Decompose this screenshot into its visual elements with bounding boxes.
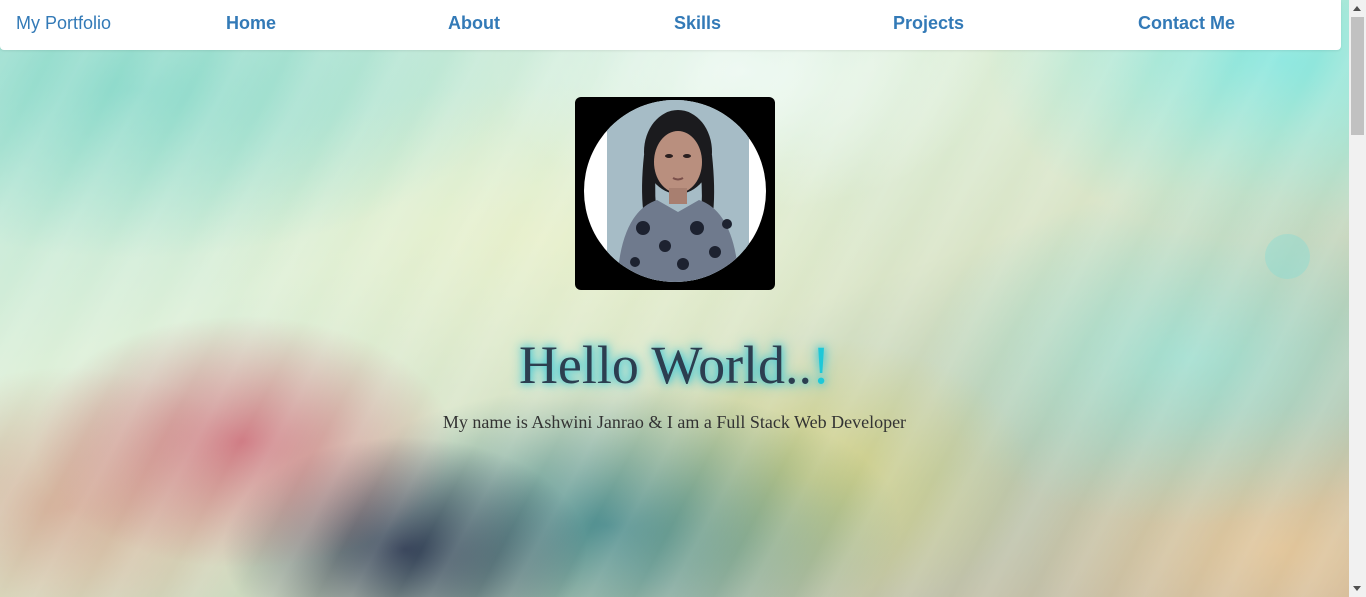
nav-link-contact[interactable]: Contact Me — [1138, 13, 1235, 34]
profile-photo — [584, 100, 766, 282]
portrait-illustration — [607, 100, 749, 282]
hero-title-accent: ! — [812, 335, 831, 395]
hero-section: My Portfolio Home About Skills Projects … — [0, 0, 1349, 597]
floating-bubble — [1265, 234, 1310, 279]
navbar: My Portfolio Home About Skills Projects … — [0, 0, 1341, 50]
nav-link-skills[interactable]: Skills — [674, 13, 721, 34]
portrait-image — [607, 100, 749, 282]
scrollbar-thumb[interactable] — [1351, 17, 1364, 135]
profile-photo-frame — [575, 97, 775, 290]
background-streaks — [0, 0, 1349, 597]
hero-title: Hello World..! — [0, 334, 1349, 396]
scroll-down-arrow-icon[interactable] — [1353, 586, 1361, 591]
scroll-up-arrow-icon[interactable] — [1353, 6, 1361, 11]
brand-link[interactable]: My Portfolio — [16, 13, 111, 34]
hero-subtitle: My name is Ashwini Janrao & I am a Full … — [442, 412, 907, 432]
nav-link-home[interactable]: Home — [226, 13, 276, 34]
nav-link-projects[interactable]: Projects — [893, 13, 964, 34]
vertical-scrollbar[interactable] — [1349, 0, 1366, 597]
nav-link-about[interactable]: About — [448, 13, 500, 34]
hero-title-main: Hello World.. — [518, 335, 813, 395]
